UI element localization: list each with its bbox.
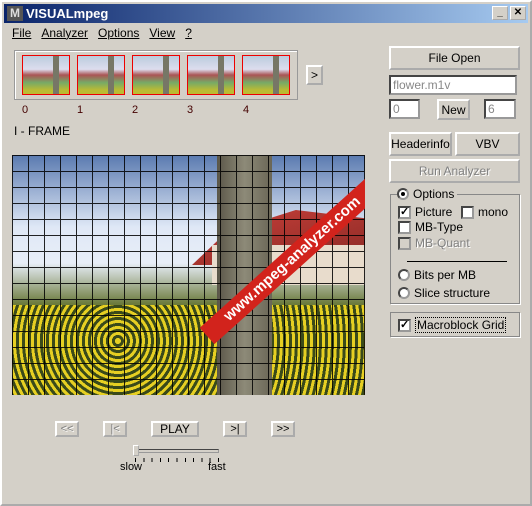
- thumbnail-label: 2: [132, 104, 139, 116]
- thumbnail-0[interactable]: [22, 55, 70, 95]
- vbv-button[interactable]: VBV: [455, 132, 520, 156]
- next-frame-button[interactable]: >|: [223, 421, 247, 437]
- thumbnail-4[interactable]: [242, 55, 290, 95]
- headerinfo-button[interactable]: Headerinfo: [389, 132, 452, 156]
- close-button[interactable]: ✕: [510, 6, 526, 20]
- app-logo-icon: M: [7, 6, 23, 21]
- options-radio[interactable]: Options: [397, 187, 458, 201]
- macroblock-grid-overlay: [12, 155, 365, 395]
- thumbnail-label: 3: [187, 104, 194, 116]
- divider: [407, 261, 507, 262]
- picture-label: Picture: [415, 205, 453, 219]
- file-open-button[interactable]: File Open: [389, 46, 520, 70]
- thumbnail-label: 4: [243, 104, 250, 116]
- bits-per-mb-radio[interactable]: Bits per MB: [398, 268, 476, 282]
- menu-file[interactable]: File: [12, 26, 31, 40]
- window-title: VISUALmpeg: [26, 6, 109, 21]
- filename-field[interactable]: flower.m1v: [389, 75, 517, 95]
- macroblock-grid-checkbox[interactable]: ✓ Macroblock Grid: [398, 317, 507, 333]
- speed-slider-track[interactable]: [135, 449, 219, 453]
- radio-icon: [398, 269, 410, 281]
- radio-icon: [398, 287, 410, 299]
- checkbox-checked-icon: ✓: [398, 205, 411, 219]
- new-button[interactable]: New: [437, 99, 470, 120]
- slice-structure-label: Slice structure: [414, 286, 491, 300]
- mb-quant-label: MB-Quant: [415, 236, 470, 250]
- frame-type-label: I - FRAME: [14, 124, 70, 138]
- checkbox-icon: [398, 220, 411, 234]
- checkbox-checked-icon: ✓: [398, 318, 411, 332]
- macroblock-grid-label: Macroblock Grid: [415, 317, 507, 333]
- end-frame-field[interactable]: 6: [484, 99, 516, 119]
- slice-structure-radio[interactable]: Slice structure: [398, 286, 490, 300]
- menu-bar: File Analyzer Options View ?: [12, 26, 192, 40]
- picture-checkbox[interactable]: ✓ Picture: [398, 205, 452, 219]
- bits-per-mb-label: Bits per MB: [414, 268, 477, 282]
- run-analyzer-button[interactable]: Run Analyzer: [389, 159, 520, 183]
- app-window: M VISUALmpeg _ ✕ File Analyzer Options Vi…: [0, 0, 532, 506]
- frame-view[interactable]: www.mpeg-analyzer.com: [12, 155, 365, 395]
- slider-ticks: [135, 458, 219, 462]
- fast-label: fast: [208, 461, 226, 473]
- thumbnail-label: 0: [22, 104, 29, 116]
- options-label: Options: [413, 187, 455, 201]
- menu-help[interactable]: ?: [185, 26, 192, 40]
- mb-type-checkbox[interactable]: MB-Type: [398, 220, 463, 234]
- speed-slider-thumb[interactable]: [133, 445, 139, 456]
- thumbnail-2[interactable]: [132, 55, 180, 95]
- checkbox-icon: [461, 205, 474, 219]
- mb-quant-checkbox[interactable]: MB-Quant: [398, 236, 470, 250]
- thumbnail-label: 1: [77, 104, 84, 116]
- menu-view[interactable]: View: [149, 26, 175, 40]
- start-frame-field[interactable]: 0: [389, 99, 420, 119]
- play-button[interactable]: PLAY: [151, 421, 199, 437]
- mb-type-label: MB-Type: [415, 220, 464, 234]
- title-bar: M VISUALmpeg: [4, 4, 528, 23]
- menu-analyzer[interactable]: Analyzer: [41, 26, 88, 40]
- mono-label: mono: [478, 205, 509, 219]
- thumbnail-3[interactable]: [187, 55, 235, 95]
- menu-options[interactable]: Options: [98, 26, 139, 40]
- thumbnails-next-button[interactable]: >: [306, 65, 323, 85]
- rewind-button[interactable]: <<: [55, 421, 79, 437]
- radio-icon: [397, 188, 409, 200]
- slow-label: slow: [120, 461, 143, 473]
- checkbox-icon: [398, 236, 411, 250]
- thumbnail-1[interactable]: [77, 55, 125, 95]
- forward-button[interactable]: >>: [271, 421, 295, 437]
- thumbnail-strip: [14, 50, 298, 100]
- mono-checkbox[interactable]: mono: [461, 205, 508, 219]
- prev-frame-button[interactable]: |<: [103, 421, 127, 437]
